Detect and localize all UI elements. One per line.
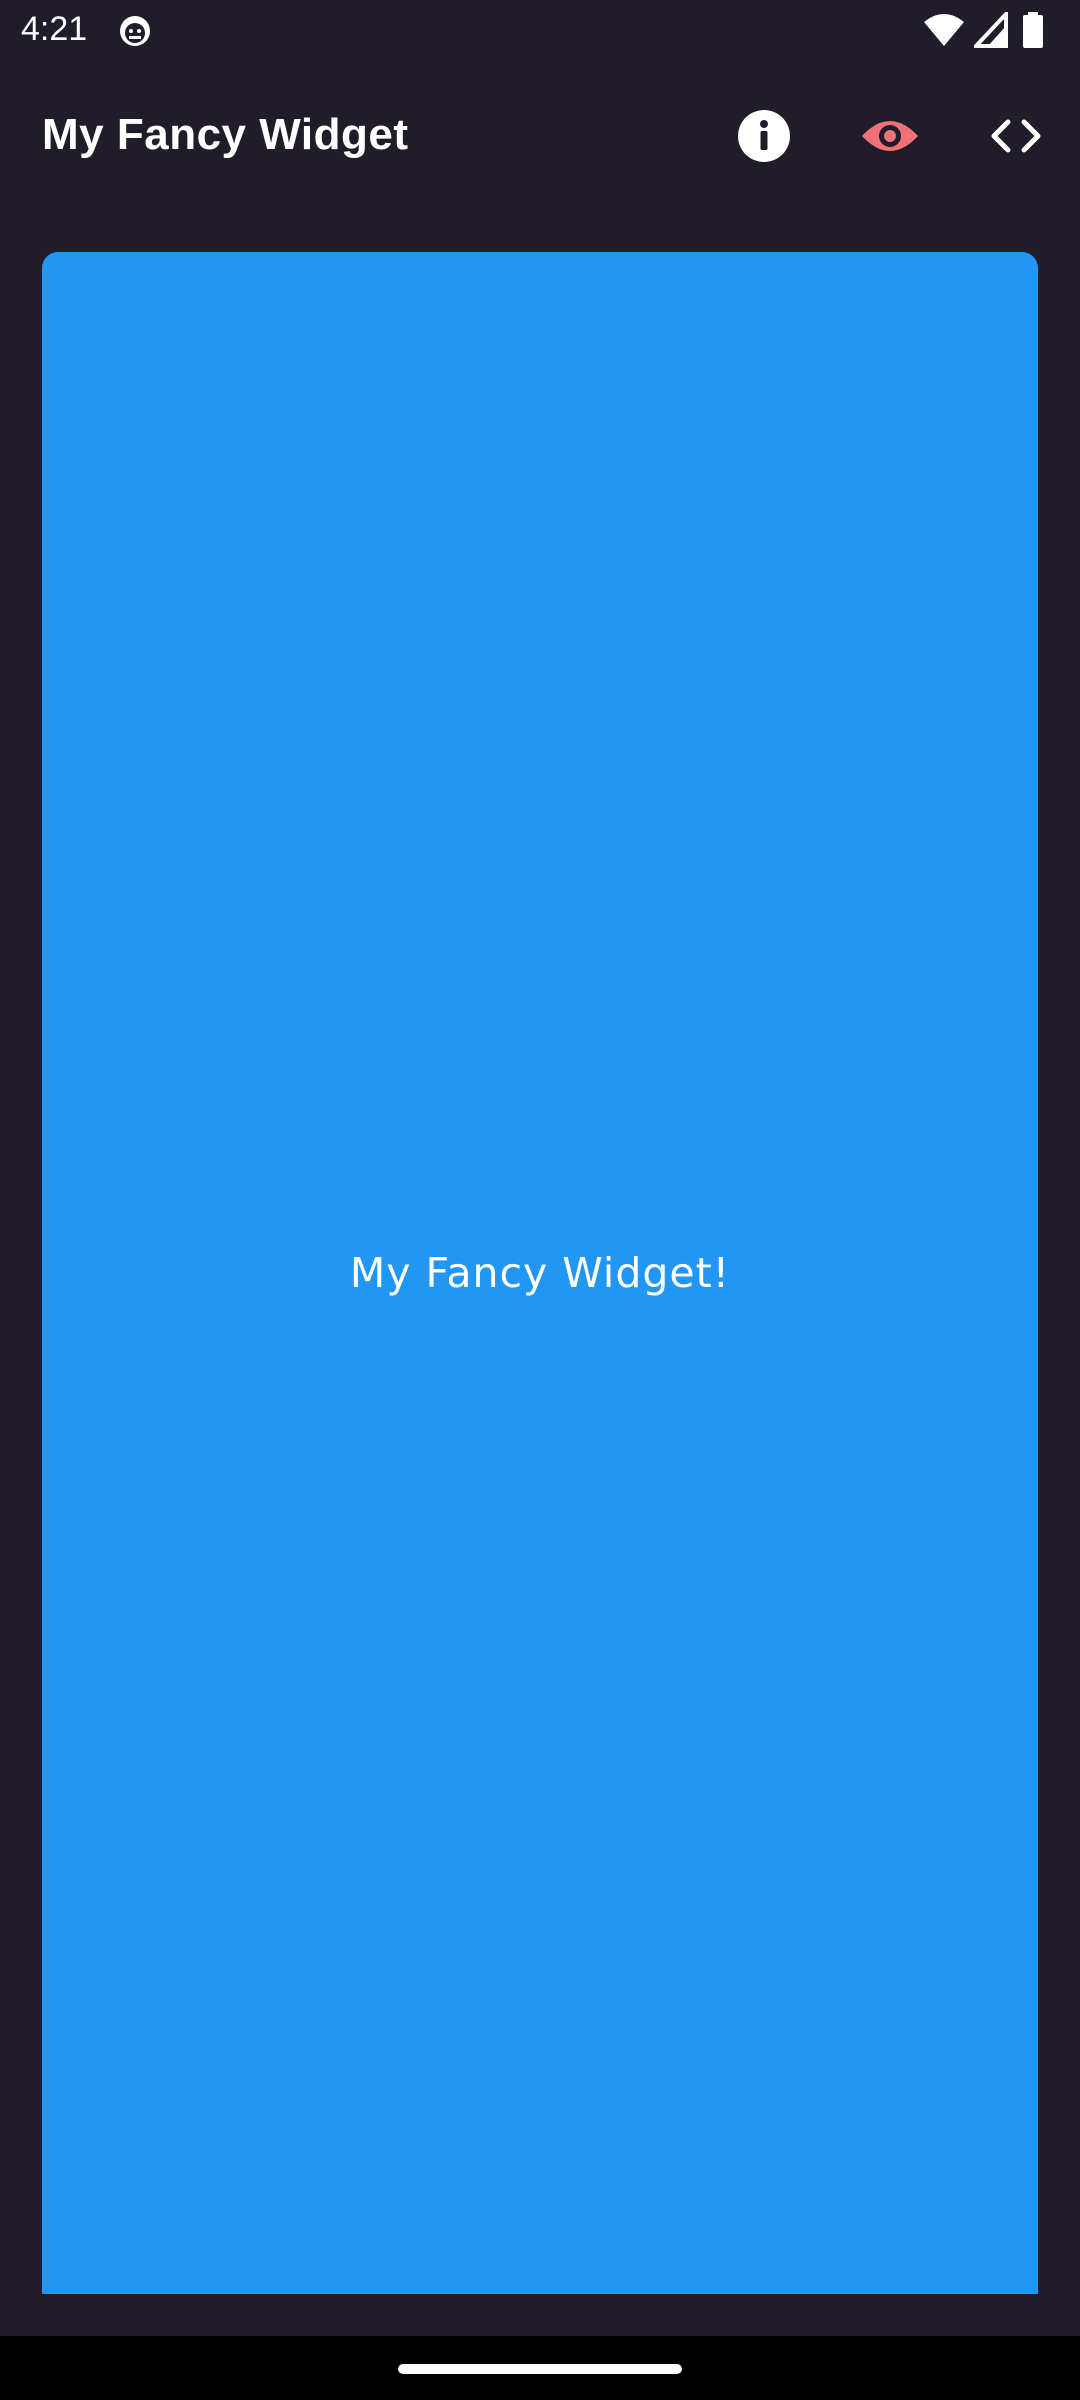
preview-button[interactable] bbox=[852, 100, 928, 176]
status-bar: 4:21 bbox=[0, 0, 1080, 62]
app-bar: My Fancy Widget bbox=[0, 62, 1080, 212]
status-time: 4:21 bbox=[21, 10, 88, 48]
code-icon bbox=[988, 116, 1044, 161]
screen: 4:21 My Fancy Widget My Fancy Widget! bbox=[0, 0, 1080, 2400]
code-button[interactable] bbox=[978, 100, 1054, 176]
widget-preview: My Fancy Widget! bbox=[42, 252, 1038, 2294]
home-indicator[interactable] bbox=[398, 2364, 682, 2374]
info-icon bbox=[736, 108, 792, 169]
page-title: My Fancy Widget bbox=[42, 110, 409, 159]
status-icons bbox=[920, 12, 1080, 52]
info-button[interactable] bbox=[726, 100, 802, 176]
android-debug-icon bbox=[118, 14, 152, 48]
eye-icon bbox=[860, 116, 920, 161]
widget-label: My Fancy Widget! bbox=[349, 1249, 731, 1297]
navigation-bar bbox=[0, 2336, 1080, 2400]
